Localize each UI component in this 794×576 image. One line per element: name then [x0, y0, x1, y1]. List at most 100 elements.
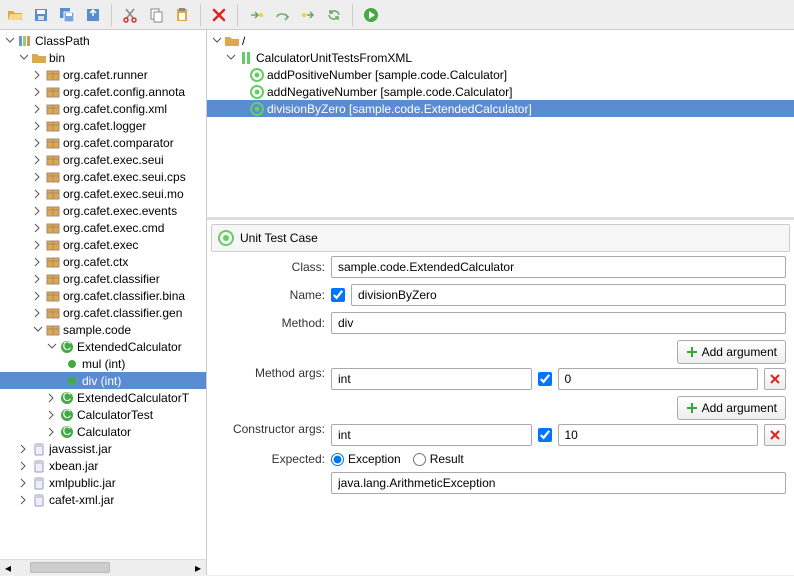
tree-jar[interactable]: javassist.jar	[0, 440, 206, 457]
tree-class-calculator[interactable]: C Calculator	[0, 423, 206, 440]
tree-package[interactable]: org.cafet.exec.seui	[0, 151, 206, 168]
tree-package[interactable]: org.cafet.classifier.bina	[0, 287, 206, 304]
name-checkbox[interactable]	[331, 288, 345, 302]
test-case-item[interactable]: divisionByZero [sample.code.ExtendedCalc…	[207, 100, 794, 117]
scroll-thumb[interactable]	[30, 562, 110, 573]
open-button[interactable]	[4, 4, 26, 26]
arg-value-input[interactable]	[558, 424, 759, 446]
tree-package[interactable]: org.cafet.exec.cmd	[0, 219, 206, 236]
collapsed-icon[interactable]	[46, 426, 57, 437]
collapsed-icon[interactable]	[18, 460, 29, 471]
expander-icon[interactable]	[46, 341, 57, 352]
tree-package[interactable]: org.cafet.config.xml	[0, 100, 206, 117]
arg-checkbox[interactable]	[538, 428, 552, 442]
expander-icon[interactable]	[18, 52, 29, 63]
collapsed-icon[interactable]	[32, 188, 43, 199]
add-method-arg-button[interactable]: Add argument	[677, 340, 786, 364]
delete-arg-button[interactable]	[764, 424, 786, 446]
tree-method-mul[interactable]: mul (int)	[0, 355, 206, 372]
tree-package[interactable]: org.cafet.comparator	[0, 134, 206, 151]
collapsed-icon[interactable]	[32, 154, 43, 165]
collapsed-icon[interactable]	[46, 409, 57, 420]
collapsed-icon[interactable]	[32, 256, 43, 267]
tree-class-extendedcalculator[interactable]: C ExtendedCalculator	[0, 338, 206, 355]
step-over-button[interactable]	[271, 4, 293, 26]
tree-jar[interactable]: xbean.jar	[0, 457, 206, 474]
scroll-left-icon[interactable]: ◂	[0, 560, 16, 576]
collapsed-icon[interactable]	[32, 86, 43, 97]
save-all-button[interactable]	[56, 4, 78, 26]
tree-package[interactable]: org.cafet.config.annota	[0, 83, 206, 100]
test-case-item[interactable]: addPositiveNumber [sample.code.Calculato…	[207, 66, 794, 83]
tree-package[interactable]: org.cafet.classifier.gen	[0, 304, 206, 321]
expander-icon[interactable]	[225, 52, 236, 63]
tree-jar[interactable]: xmlpublic.jar	[0, 474, 206, 491]
cut-button[interactable]	[119, 4, 141, 26]
tree-label: addNegativeNumber [sample.code.Calculato…	[267, 85, 512, 99]
tree-class-extendedcalculator-t[interactable]: C ExtendedCalculatorT	[0, 389, 206, 406]
expander-icon[interactable]	[211, 35, 222, 46]
tree-folder-bin[interactable]: bin	[0, 49, 206, 66]
step-out-button[interactable]	[297, 4, 319, 26]
test-suite[interactable]: CalculatorUnitTestsFromXML	[207, 49, 794, 66]
arg-type-input[interactable]	[331, 368, 532, 390]
result-radio[interactable]	[413, 453, 426, 466]
collapsed-icon[interactable]	[32, 239, 43, 250]
run-button[interactable]	[360, 4, 382, 26]
collapsed-icon[interactable]	[32, 120, 43, 131]
collapsed-icon[interactable]	[32, 171, 43, 182]
collapsed-icon[interactable]	[32, 290, 43, 301]
tree-package[interactable]: org.cafet.runner	[0, 66, 206, 83]
copy-button[interactable]	[145, 4, 167, 26]
save-button[interactable]	[30, 4, 52, 26]
class-input[interactable]	[331, 256, 786, 278]
tree-package[interactable]: org.cafet.exec	[0, 236, 206, 253]
expander-icon[interactable]	[4, 35, 15, 46]
collapsed-icon[interactable]	[18, 477, 29, 488]
exception-radio-option[interactable]: Exception	[331, 452, 401, 466]
test-tree-root[interactable]: /	[207, 32, 794, 49]
delete-button[interactable]	[208, 4, 230, 26]
add-constructor-arg-button[interactable]: Add argument	[677, 396, 786, 420]
tree-package[interactable]: org.cafet.classifier	[0, 270, 206, 287]
tree-package[interactable]: org.cafet.exec.seui.cps	[0, 168, 206, 185]
arg-type-input[interactable]	[331, 424, 532, 446]
classpath-tree[interactable]: ClassPath bin org.cafet.runnerorg.cafet.…	[0, 30, 206, 559]
tree-package-sample[interactable]: sample.code	[0, 321, 206, 338]
tree-root[interactable]: ClassPath	[0, 32, 206, 49]
tree-package[interactable]: org.cafet.ctx	[0, 253, 206, 270]
exception-radio[interactable]	[331, 453, 344, 466]
tree-method-div[interactable]: div (int)	[0, 372, 206, 389]
collapsed-icon[interactable]	[18, 443, 29, 454]
tree-package[interactable]: org.cafet.logger	[0, 117, 206, 134]
expander-icon[interactable]	[32, 324, 43, 335]
export-button[interactable]	[82, 4, 104, 26]
scroll-right-icon[interactable]: ▸	[190, 560, 206, 576]
sync-button[interactable]	[323, 4, 345, 26]
collapsed-icon[interactable]	[32, 103, 43, 114]
collapsed-icon[interactable]	[18, 494, 29, 505]
arg-value-input[interactable]	[558, 368, 759, 390]
test-case-item[interactable]: addNegativeNumber [sample.code.Calculato…	[207, 83, 794, 100]
method-input[interactable]	[331, 312, 786, 334]
collapsed-icon[interactable]	[32, 273, 43, 284]
step-into-button[interactable]	[245, 4, 267, 26]
tree-package[interactable]: org.cafet.exec.events	[0, 202, 206, 219]
test-tree[interactable]: / CalculatorUnitTestsFromXML addPositive…	[207, 30, 794, 119]
collapsed-icon[interactable]	[32, 205, 43, 216]
result-radio-option[interactable]: Result	[413, 452, 464, 466]
collapsed-icon[interactable]	[46, 392, 57, 403]
tree-class-calculatortest[interactable]: C CalculatorTest	[0, 406, 206, 423]
collapsed-icon[interactable]	[32, 137, 43, 148]
horizontal-scrollbar[interactable]: ◂ ▸	[0, 559, 206, 575]
collapsed-icon[interactable]	[32, 69, 43, 80]
tree-package[interactable]: org.cafet.exec.seui.mo	[0, 185, 206, 202]
arg-checkbox[interactable]	[538, 372, 552, 386]
expected-value-input[interactable]	[331, 472, 786, 494]
collapsed-icon[interactable]	[32, 222, 43, 233]
name-input[interactable]	[351, 284, 786, 306]
tree-jar[interactable]: cafet-xml.jar	[0, 491, 206, 508]
paste-button[interactable]	[171, 4, 193, 26]
collapsed-icon[interactable]	[32, 307, 43, 318]
delete-arg-button[interactable]	[764, 368, 786, 390]
